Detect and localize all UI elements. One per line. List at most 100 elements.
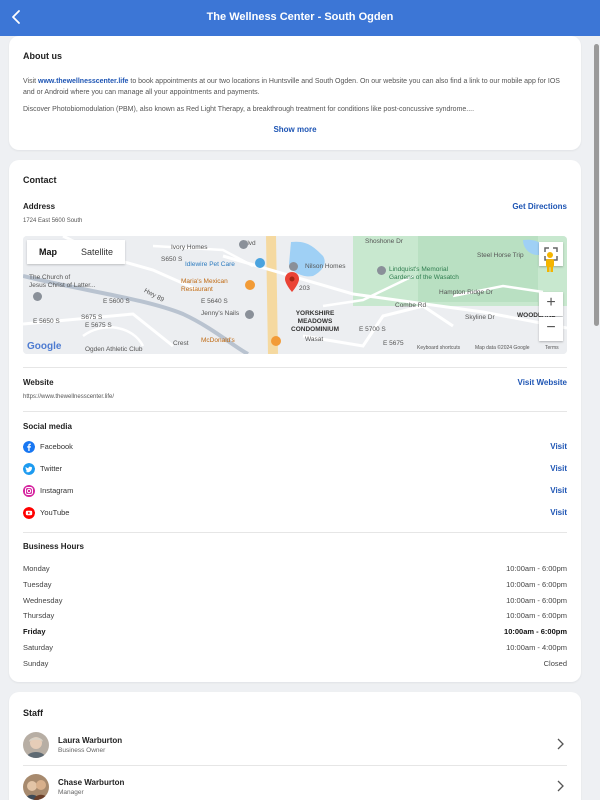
avatar	[23, 774, 49, 800]
map-label-lindquist: Lindquist's Memorial Gardens of the Wasa…	[389, 266, 459, 281]
map-tab-satellite[interactable]: Satellite	[69, 240, 125, 264]
page-title: The Wellness Center - South Ogden	[206, 11, 394, 23]
map-label-e5600: E 5600 S	[103, 298, 130, 305]
hours-time: 10:00am - 6:00pm	[506, 580, 567, 589]
map-label-church: The Church of Jesus Christ of Latter...	[29, 274, 96, 289]
hours-time: 10:00am - 4:00pm	[506, 643, 567, 652]
hours-day: Sunday	[23, 659, 49, 668]
visit-instagram-button[interactable]: Visit	[550, 486, 567, 495]
map-label-shoshone: Shoshone Dr	[365, 238, 403, 245]
hours-day: Tuesday	[23, 580, 52, 589]
contact-card: Contact Address 1724 East 5600 South Get…	[9, 160, 581, 682]
staff-role: Manager	[58, 789, 84, 796]
about-heading: About us	[23, 51, 62, 61]
website-value: https://www.thewellnesscenter.life/	[23, 394, 115, 400]
church-marker-icon	[33, 292, 42, 301]
google-logo: Google	[27, 341, 62, 352]
avatar	[23, 732, 49, 758]
hours-time: 10:00am - 6:00pm	[506, 564, 567, 573]
hours-time: 10:00am - 6:00pm	[506, 596, 567, 605]
hours-day: Saturday	[23, 643, 54, 652]
nilson-marker-icon	[289, 262, 298, 271]
restaurant-marker-icon	[245, 280, 255, 290]
social-media-heading: Social media	[23, 422, 72, 431]
map-label-mcdonalds: McDonald's	[201, 337, 235, 344]
map-label-ivory: Ivory Homes	[171, 244, 208, 251]
hours-time: 10:00am - 6:00pm	[504, 627, 567, 636]
map-label-marias: Maria's Mexican Restaurant	[181, 278, 228, 293]
map-type-tabs: Map Satellite	[27, 240, 126, 264]
mcdonalds-marker-icon	[271, 336, 281, 346]
map-label-203: 203	[299, 285, 310, 292]
staff-row[interactable]: Laura Warburton Business Owner	[23, 730, 567, 770]
social-name-instagram: Instagram	[40, 486, 74, 495]
social-row-youtube: YouTube Visit	[23, 506, 567, 520]
twitter-icon	[23, 463, 35, 475]
about-paragraph-1: Visit www.thewellnesscenter.life to book…	[23, 76, 571, 98]
map-label-yorkshire: YORKSHIRE MEADOWS CONDOMINIUM	[291, 310, 340, 333]
map-label-nilson: Nilson Homes	[305, 263, 346, 270]
map-label-e5700: E 5700 S	[359, 326, 386, 333]
map-terms-link[interactable]: Terms	[545, 345, 559, 351]
about-paragraph-2: Discover Photobiomodulation (PBM), also …	[23, 106, 475, 113]
about-card: About us Visit www.thewellnesscenter.lif…	[9, 36, 581, 150]
map-label-athletic: Ogden Athletic Club	[85, 346, 143, 353]
map-label-e5675: E 5675 S	[85, 322, 112, 329]
divider	[23, 765, 567, 766]
visit-twitter-button[interactable]: Visit	[550, 464, 567, 473]
map-label-e5650: E 5650 S	[33, 318, 60, 325]
chevron-right-icon	[557, 780, 564, 792]
map-data-credit: Map data ©2024 Google	[475, 345, 530, 351]
staff-row[interactable]: Chase Warburton Manager	[23, 772, 567, 800]
staff-card: Staff Laura Warburton Business Owner Cha…	[9, 692, 581, 800]
social-name-facebook: Facebook	[40, 442, 73, 451]
scrollbar[interactable]	[594, 44, 599, 326]
instagram-icon	[23, 485, 35, 497]
social-name-youtube: YouTube	[40, 508, 70, 517]
social-name-twitter: Twitter	[40, 464, 63, 473]
website-inline-link[interactable]: www.thewellnesscenter.life	[38, 78, 128, 85]
location-map[interactable]: Map Satellite Ivory Homes Idlewire Pet C…	[23, 236, 567, 354]
hours-time: Closed	[543, 659, 567, 668]
content-scroll[interactable]: About us Visit www.thewellnesscenter.lif…	[0, 36, 592, 800]
keyboard-shortcuts-link[interactable]: Keyboard shortcuts	[417, 345, 460, 351]
visit-facebook-button[interactable]: Visit	[550, 442, 567, 451]
staff-name: Laura Warburton	[58, 736, 123, 745]
about-text-prefix: Visit	[23, 78, 39, 85]
address-value: 1724 East 5600 South	[23, 218, 83, 224]
gardens-marker-icon	[377, 266, 386, 275]
show-more-button[interactable]: Show more	[9, 125, 581, 134]
hours-day: Thursday	[23, 611, 55, 620]
map-label-jennys: Jenny's Nails	[201, 310, 240, 317]
street-view-pegman-icon[interactable]	[543, 251, 557, 273]
hours-day: Wednesday	[23, 596, 63, 605]
pet-care-marker-icon	[255, 258, 265, 268]
staff-photo-icon	[23, 774, 49, 800]
location-pin-icon[interactable]	[285, 272, 299, 292]
hours-time: 10:00am - 6:00pm	[506, 611, 567, 620]
zoom-out-button[interactable]: −	[539, 317, 563, 341]
youtube-icon	[23, 507, 35, 519]
map-label-s5650: S650 S	[161, 256, 183, 263]
visit-website-button[interactable]: Visit Website	[518, 378, 568, 387]
map-label-wasat: Wasat	[305, 336, 324, 343]
business-hours-heading: Business Hours	[23, 542, 84, 551]
hours-day: Friday	[23, 627, 46, 636]
divider	[23, 532, 567, 533]
visit-youtube-button[interactable]: Visit	[550, 508, 567, 517]
staff-photo-icon	[23, 732, 49, 758]
map-label-e5640: E 5640 S	[201, 298, 228, 305]
get-directions-button[interactable]: Get Directions	[512, 202, 567, 211]
social-row-instagram: Instagram Visit	[23, 484, 567, 498]
app-header: The Wellness Center - South Ogden	[0, 0, 600, 36]
map-label-idlewire: Idlewire Pet Care	[185, 261, 235, 268]
zoom-in-button[interactable]: +	[539, 292, 563, 316]
staff-name: Chase Warburton	[58, 778, 125, 787]
address-label: Address	[23, 202, 56, 211]
social-row-twitter: Twitter Visit	[23, 462, 567, 476]
staff-role: Business Owner	[58, 747, 106, 754]
nails-marker-icon	[245, 310, 254, 319]
map-tab-map[interactable]: Map	[27, 240, 69, 264]
map-label-crest: Crest	[173, 340, 189, 347]
map-label-combe: Combe Rd	[395, 302, 427, 309]
